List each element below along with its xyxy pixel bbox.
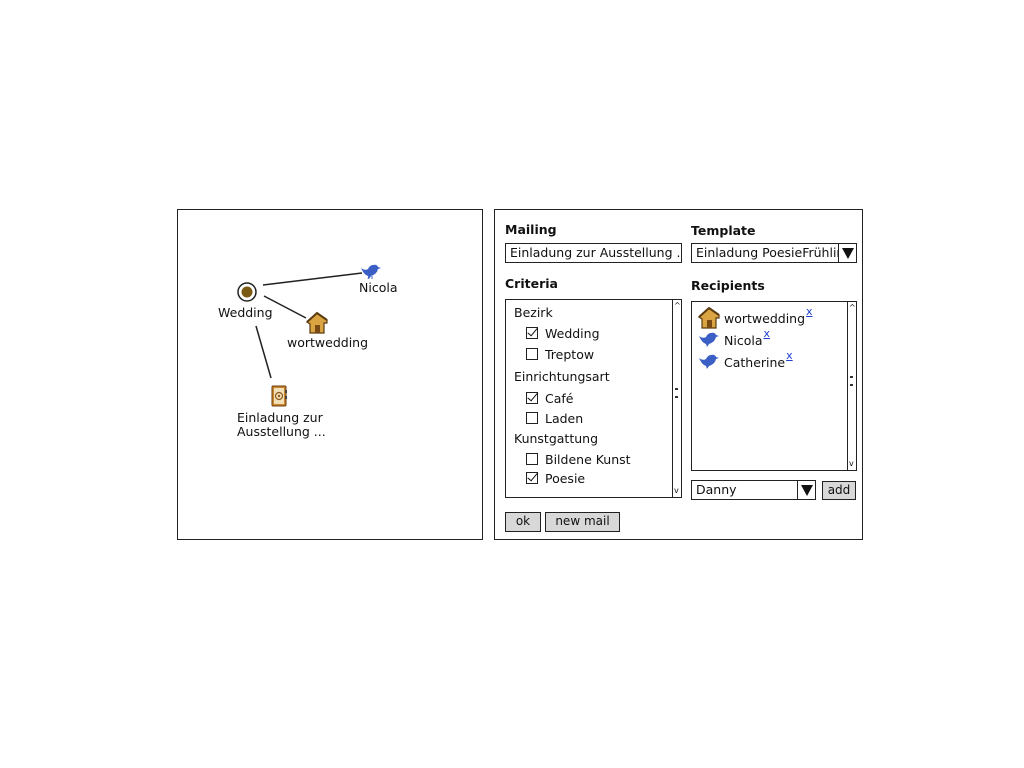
- criteria-option-poesie[interactable]: Poesie: [526, 470, 585, 486]
- recipient-item[interactable]: Catherine x: [698, 350, 793, 371]
- mailing-form-panel: Mailing Einladung zur Ausstellung ... Te…: [494, 209, 863, 540]
- checkbox-label: Poesie: [545, 470, 586, 486]
- remove-recipient-link[interactable]: x: [806, 306, 813, 317]
- house-icon[interactable]: [305, 311, 329, 335]
- checkbox-label: Treptow: [545, 346, 595, 362]
- node-label-nicola: Nicola: [359, 280, 398, 295]
- relationship-graph-panel: Wedding Nicola wortwedding Einladung zur…: [177, 209, 483, 540]
- checkbox-label: Laden: [545, 410, 584, 426]
- recipient-name: wortwedding: [724, 311, 806, 326]
- add-recipient-select[interactable]: Danny: [691, 480, 816, 500]
- criteria-option-bildene-kunst[interactable]: Bildene Kunst: [526, 451, 631, 467]
- recipients-label: Recipients: [691, 278, 765, 293]
- district-target-icon[interactable]: [236, 281, 258, 303]
- recipient-name: Nicola: [724, 333, 763, 348]
- criteria-list[interactable]: Bezirk Wedding Treptow Einrichtungsart C…: [505, 299, 682, 498]
- chevron-down-icon[interactable]: [838, 244, 856, 262]
- graph-edges: [255, 272, 363, 379]
- scroll-up-icon[interactable]: ^: [849, 304, 856, 312]
- recipient-name: Catherine: [724, 355, 786, 370]
- criteria-option-wedding[interactable]: Wedding: [526, 325, 600, 341]
- criteria-label: Criteria: [505, 276, 558, 291]
- node-label-mailing-line2: Ausstellung ...: [237, 424, 326, 439]
- house-icon: [698, 307, 720, 329]
- scroll-down-icon[interactable]: v: [674, 487, 679, 495]
- edge-wedding-nicola: [262, 272, 363, 286]
- criteria-scrollbar[interactable]: ^ v: [672, 300, 681, 497]
- mailing-label: Mailing: [505, 222, 557, 237]
- checkbox-unchecked[interactable]: [526, 453, 538, 465]
- criteria-group-label: Einrichtungsart: [514, 369, 610, 384]
- criteria-option-cafe[interactable]: Café: [526, 390, 573, 406]
- scroll-down-icon[interactable]: v: [849, 460, 854, 468]
- checkbox-checked[interactable]: [526, 327, 538, 339]
- bird-icon[interactable]: [359, 262, 381, 280]
- checkbox-unchecked[interactable]: [526, 412, 538, 424]
- criteria-group-label: Bezirk: [514, 305, 553, 320]
- checkbox-label: Bildene Kunst: [545, 451, 631, 467]
- checkbox-label: Café: [545, 390, 574, 406]
- node-label-wortwedding: wortwedding: [287, 335, 369, 350]
- criteria-group-label: Kunstgattung: [514, 431, 599, 446]
- criteria-option-treptow[interactable]: Treptow: [526, 346, 594, 362]
- template-select[interactable]: Einladung PoesieFrühling: [691, 243, 857, 263]
- bird-icon: [699, 332, 719, 347]
- mailing-input[interactable]: Einladung zur Ausstellung ...: [505, 243, 682, 263]
- chevron-down-icon[interactable]: [797, 481, 815, 499]
- recipients-list[interactable]: wortwedding x Nicola x Catherine x ^ v: [691, 301, 857, 471]
- scroll-up-icon[interactable]: ^: [674, 302, 681, 310]
- template-select-value: Einladung PoesieFrühling: [696, 245, 853, 260]
- recipient-item[interactable]: Nicola x: [698, 328, 770, 349]
- checkbox-label: Wedding: [545, 325, 600, 341]
- add-recipient-select-value: Danny: [696, 482, 737, 497]
- checkbox-unchecked[interactable]: [526, 348, 538, 360]
- checkbox-checked[interactable]: [526, 392, 538, 404]
- address-book-icon[interactable]: [270, 385, 288, 407]
- scroll-thumb[interactable]: [850, 376, 853, 392]
- edge-wedding-mailing: [255, 325, 272, 379]
- new-mail-button[interactable]: new mail: [545, 512, 620, 532]
- remove-recipient-link[interactable]: x: [786, 350, 793, 361]
- recipients-scrollbar[interactable]: ^ v: [847, 302, 856, 470]
- bird-icon: [699, 354, 719, 369]
- checkbox-checked[interactable]: [526, 472, 538, 484]
- remove-recipient-link[interactable]: x: [763, 328, 770, 339]
- node-label-mailing-line1: Einladung zur: [237, 410, 323, 425]
- recipient-item[interactable]: wortwedding x: [698, 306, 813, 329]
- criteria-option-laden[interactable]: Laden: [526, 410, 583, 426]
- template-label: Template: [691, 223, 756, 238]
- add-recipient-button[interactable]: add: [822, 481, 856, 500]
- ok-button[interactable]: ok: [505, 512, 541, 532]
- node-label-wedding: Wedding: [218, 305, 273, 320]
- scroll-thumb[interactable]: [675, 388, 678, 404]
